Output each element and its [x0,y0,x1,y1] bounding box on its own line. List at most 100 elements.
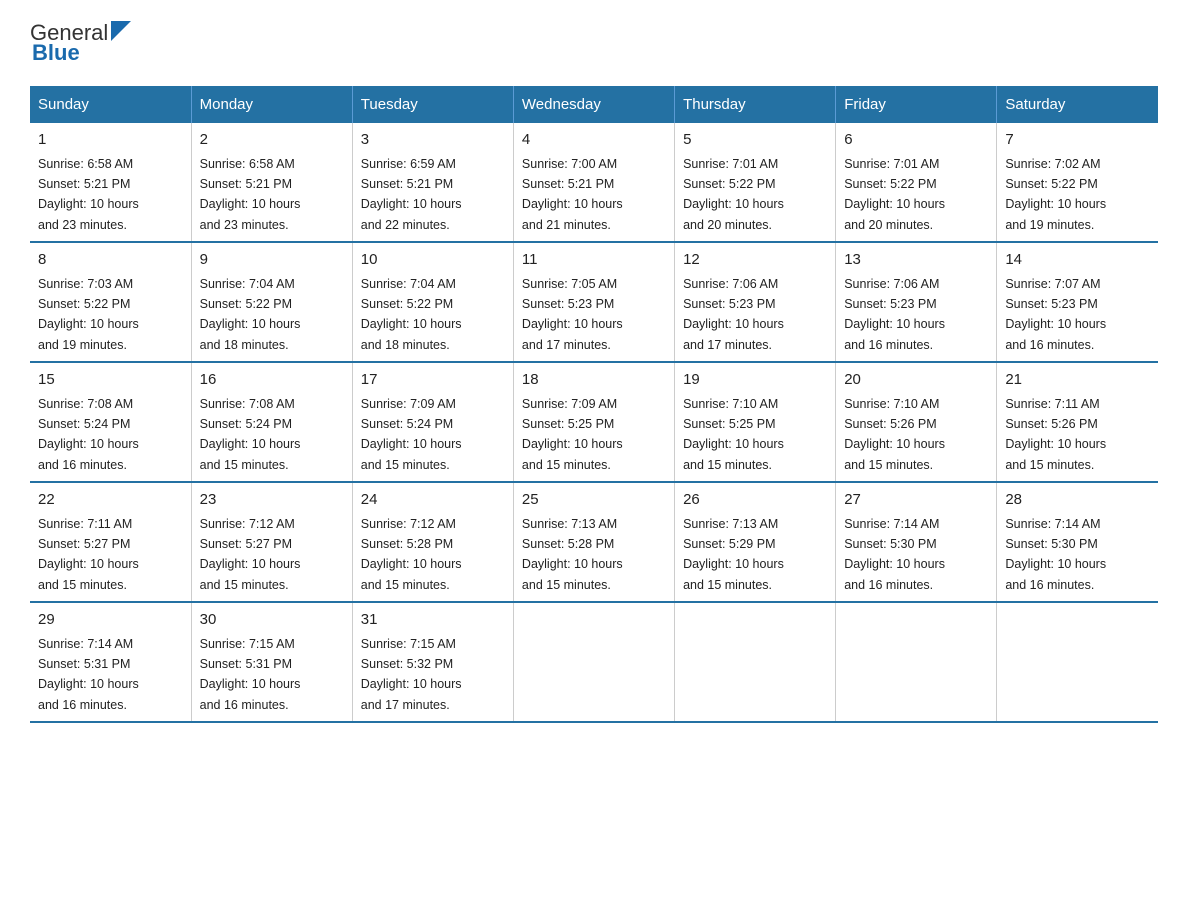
day-number: 20 [844,369,988,392]
calendar-week-row: 29 Sunrise: 7:14 AMSunset: 5:31 PMDayligh… [30,602,1158,722]
calendar-cell: 8 Sunrise: 7:03 AMSunset: 5:22 PMDaylight… [30,242,191,362]
day-number: 10 [361,249,505,272]
calendar-cell: 28 Sunrise: 7:14 AMSunset: 5:30 PMDayligh… [997,482,1158,602]
calendar-header-row: SundayMondayTuesdayWednesdayThursdayFrid… [30,86,1158,123]
day-number: 27 [844,489,988,512]
calendar-cell: 15 Sunrise: 7:08 AMSunset: 5:24 PMDayligh… [30,362,191,482]
day-number: 4 [522,129,666,152]
calendar-cell: 20 Sunrise: 7:10 AMSunset: 5:26 PMDayligh… [836,362,997,482]
calendar-cell: 1Sunrise: 6:58 AMSunset: 5:21 PMDaylight… [30,123,191,242]
day-info: Sunrise: 7:04 AMSunset: 5:22 PMDaylight:… [361,277,462,352]
day-info: Sunrise: 7:02 AMSunset: 5:22 PMDaylight:… [1005,157,1106,232]
day-info: Sunrise: 7:14 AMSunset: 5:30 PMDaylight:… [1005,517,1106,592]
calendar-cell: 3 Sunrise: 6:59 AMSunset: 5:21 PMDaylight… [352,123,513,242]
day-info: Sunrise: 7:14 AMSunset: 5:30 PMDaylight:… [844,517,945,592]
day-info: Sunrise: 7:13 AMSunset: 5:29 PMDaylight:… [683,517,784,592]
calendar-cell [675,602,836,722]
day-number: 22 [38,489,183,512]
day-info: Sunrise: 7:14 AMSunset: 5:31 PMDaylight:… [38,637,139,712]
day-number: 23 [200,489,344,512]
header-saturday: Saturday [997,86,1158,123]
calendar-cell: 29 Sunrise: 7:14 AMSunset: 5:31 PMDayligh… [30,602,191,722]
calendar-cell: 17Sunrise: 7:09 AMSunset: 5:24 PMDayligh… [352,362,513,482]
calendar-cell: 19 Sunrise: 7:10 AMSunset: 5:25 PMDayligh… [675,362,836,482]
day-info: Sunrise: 7:09 AMSunset: 5:25 PMDaylight:… [522,397,623,472]
calendar-cell: 30 Sunrise: 7:15 AMSunset: 5:31 PMDayligh… [191,602,352,722]
day-number: 28 [1005,489,1150,512]
day-info: Sunrise: 7:15 AMSunset: 5:32 PMDaylight:… [361,637,462,712]
day-number: 18 [522,369,666,392]
day-number: 1 [38,129,183,152]
header-sunday: Sunday [30,86,191,123]
day-info: Sunrise: 7:11 AMSunset: 5:26 PMDaylight:… [1005,397,1106,472]
day-info: Sunrise: 7:10 AMSunset: 5:26 PMDaylight:… [844,397,945,472]
day-info: Sunrise: 7:10 AMSunset: 5:25 PMDaylight:… [683,397,784,472]
calendar-cell: 23 Sunrise: 7:12 AMSunset: 5:27 PMDayligh… [191,482,352,602]
day-number: 2 [200,129,344,152]
day-number: 25 [522,489,666,512]
day-number: 6 [844,129,988,152]
day-info: Sunrise: 7:09 AMSunset: 5:24 PMDaylight:… [361,397,462,472]
day-info: Sunrise: 7:06 AMSunset: 5:23 PMDaylight:… [844,277,945,352]
header-wednesday: Wednesday [513,86,674,123]
day-info: Sunrise: 7:08 AMSunset: 5:24 PMDaylight:… [38,397,139,472]
calendar-week-row: 8 Sunrise: 7:03 AMSunset: 5:22 PMDaylight… [30,242,1158,362]
day-number: 21 [1005,369,1150,392]
day-number: 19 [683,369,827,392]
calendar-cell: 14Sunrise: 7:07 AMSunset: 5:23 PMDayligh… [997,242,1158,362]
logo-arrow-icon [109,19,135,45]
day-info: Sunrise: 7:00 AMSunset: 5:21 PMDaylight:… [522,157,623,232]
calendar-cell: 22Sunrise: 7:11 AMSunset: 5:27 PMDayligh… [30,482,191,602]
logo: General Blue [30,20,135,66]
calendar-week-row: 15 Sunrise: 7:08 AMSunset: 5:24 PMDayligh… [30,362,1158,482]
day-number: 26 [683,489,827,512]
calendar-cell: 2 Sunrise: 6:58 AMSunset: 5:21 PMDaylight… [191,123,352,242]
day-number: 5 [683,129,827,152]
day-number: 7 [1005,129,1150,152]
calendar-cell: 12 Sunrise: 7:06 AMSunset: 5:23 PMDayligh… [675,242,836,362]
calendar-table: SundayMondayTuesdayWednesdayThursdayFrid… [30,86,1158,723]
day-info: Sunrise: 7:01 AMSunset: 5:22 PMDaylight:… [683,157,784,232]
calendar-cell: 10 Sunrise: 7:04 AMSunset: 5:22 PMDayligh… [352,242,513,362]
calendar-cell: 21 Sunrise: 7:11 AMSunset: 5:26 PMDayligh… [997,362,1158,482]
day-info: Sunrise: 7:12 AMSunset: 5:28 PMDaylight:… [361,517,462,592]
calendar-cell: 16 Sunrise: 7:08 AMSunset: 5:24 PMDayligh… [191,362,352,482]
day-number: 29 [38,609,183,632]
day-number: 24 [361,489,505,512]
calendar-cell: 27 Sunrise: 7:14 AMSunset: 5:30 PMDayligh… [836,482,997,602]
calendar-cell: 9 Sunrise: 7:04 AMSunset: 5:22 PMDaylight… [191,242,352,362]
header-friday: Friday [836,86,997,123]
day-number: 9 [200,249,344,272]
day-number: 13 [844,249,988,272]
calendar-cell: 26 Sunrise: 7:13 AMSunset: 5:29 PMDayligh… [675,482,836,602]
day-info: Sunrise: 6:58 AMSunset: 5:21 PMDaylight:… [200,157,301,232]
day-info: Sunrise: 7:12 AMSunset: 5:27 PMDaylight:… [200,517,301,592]
day-number: 30 [200,609,344,632]
calendar-cell: 7 Sunrise: 7:02 AMSunset: 5:22 PMDaylight… [997,123,1158,242]
header-monday: Monday [191,86,352,123]
day-number: 31 [361,609,505,632]
day-number: 11 [522,249,666,272]
day-number: 15 [38,369,183,392]
day-info: Sunrise: 7:15 AMSunset: 5:31 PMDaylight:… [200,637,301,712]
day-number: 12 [683,249,827,272]
day-number: 8 [38,249,183,272]
calendar-cell: 31 Sunrise: 7:15 AMSunset: 5:32 PMDayligh… [352,602,513,722]
day-info: Sunrise: 7:04 AMSunset: 5:22 PMDaylight:… [200,277,301,352]
day-number: 16 [200,369,344,392]
day-info: Sunrise: 6:59 AMSunset: 5:21 PMDaylight:… [361,157,462,232]
calendar-cell: 25Sunrise: 7:13 AMSunset: 5:28 PMDayligh… [513,482,674,602]
day-info: Sunrise: 7:06 AMSunset: 5:23 PMDaylight:… [683,277,784,352]
header-tuesday: Tuesday [352,86,513,123]
day-info: Sunrise: 7:05 AMSunset: 5:23 PMDaylight:… [522,277,623,352]
day-info: Sunrise: 7:07 AMSunset: 5:23 PMDaylight:… [1005,277,1106,352]
calendar-cell: 13 Sunrise: 7:06 AMSunset: 5:23 PMDayligh… [836,242,997,362]
calendar-cell [836,602,997,722]
day-info: Sunrise: 7:08 AMSunset: 5:24 PMDaylight:… [200,397,301,472]
calendar-cell [997,602,1158,722]
day-info: Sunrise: 7:01 AMSunset: 5:22 PMDaylight:… [844,157,945,232]
day-number: 3 [361,129,505,152]
calendar-cell: 5 Sunrise: 7:01 AMSunset: 5:22 PMDaylight… [675,123,836,242]
calendar-week-row: 22Sunrise: 7:11 AMSunset: 5:27 PMDayligh… [30,482,1158,602]
day-info: Sunrise: 7:03 AMSunset: 5:22 PMDaylight:… [38,277,139,352]
